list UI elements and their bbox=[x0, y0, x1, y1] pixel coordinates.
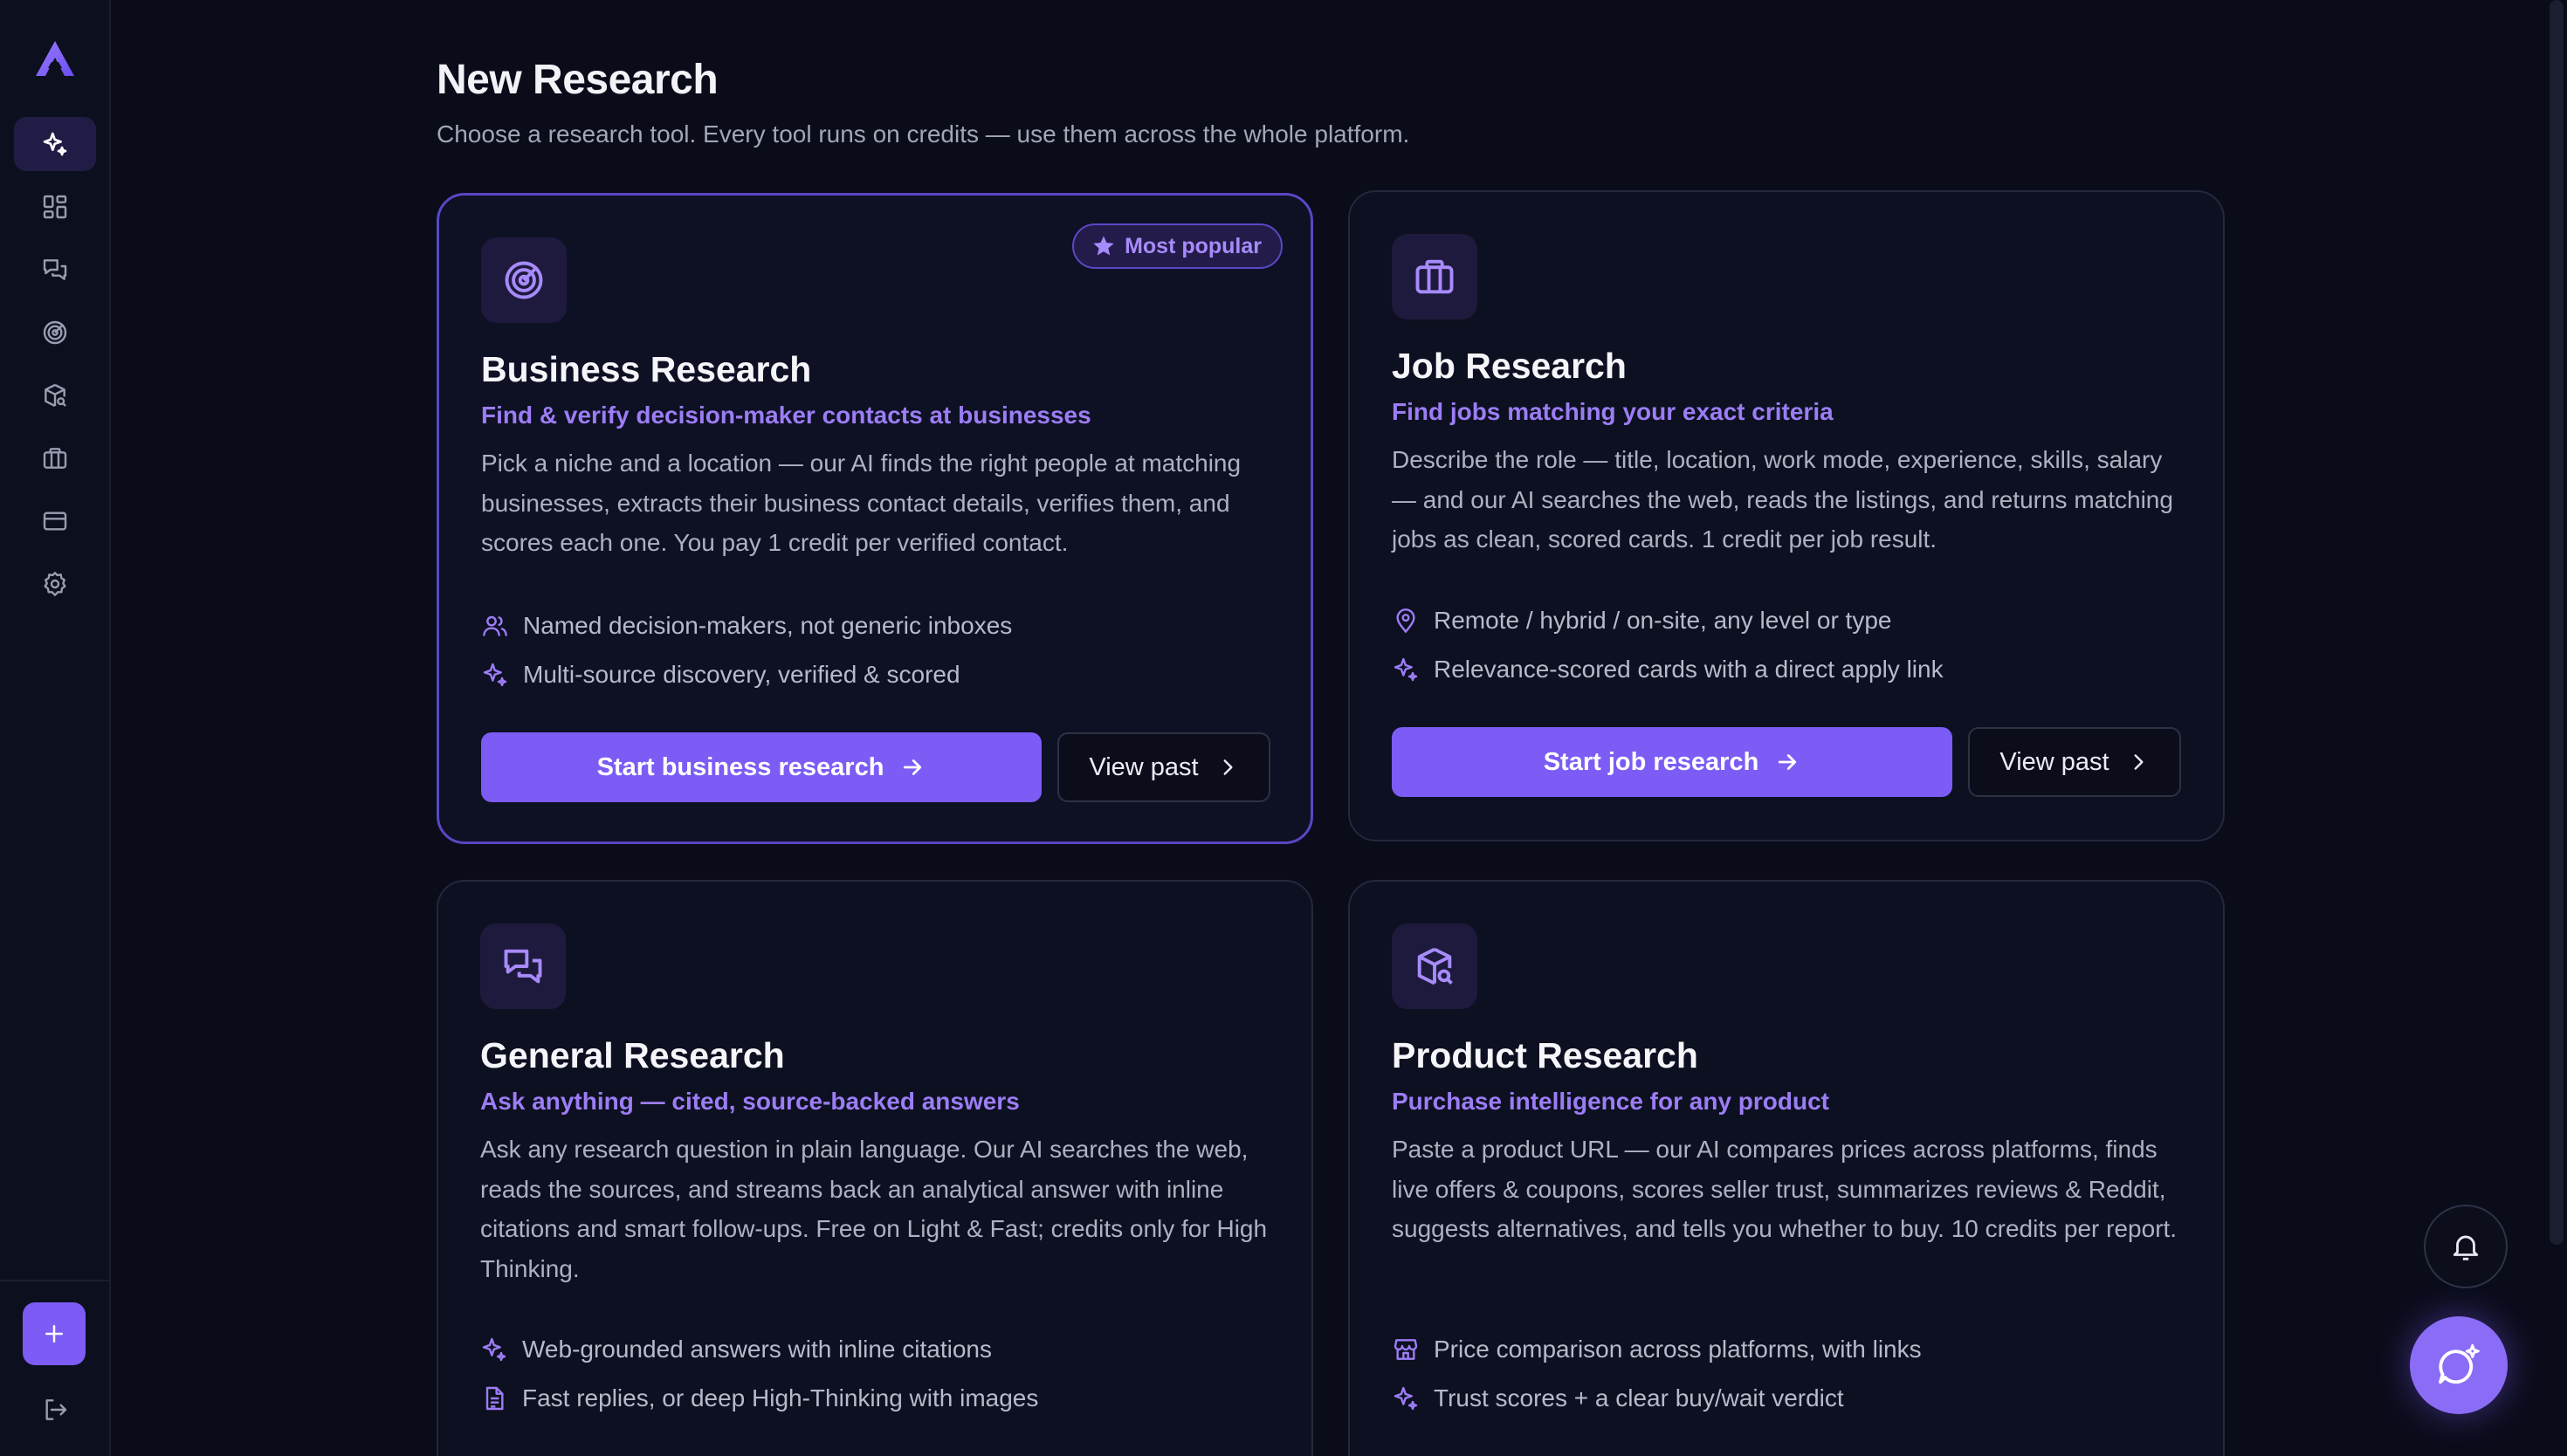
bell-icon bbox=[2453, 1235, 2479, 1260]
document-icon bbox=[485, 1386, 504, 1411]
feature-list: Named decision-makers, not generic inbox… bbox=[481, 601, 1012, 699]
logout-icon bbox=[45, 1399, 67, 1420]
dashboard-icon bbox=[43, 195, 67, 219]
radar-icon bbox=[43, 320, 67, 345]
star-icon bbox=[1093, 236, 1114, 256]
card-product-research: Product Research Purchase intelligence f… bbox=[1348, 880, 2225, 1456]
sidebar bbox=[0, 0, 111, 1456]
package-search-icon bbox=[1417, 947, 1453, 986]
feature-text: Multi-source discovery, verified & score… bbox=[523, 661, 960, 688]
scrollbar-thumb[interactable] bbox=[2550, 0, 2564, 1245]
feature-text: Relevance-scored cards with a direct app… bbox=[1434, 656, 1944, 683]
feature-list: Remote / hybrid / on-site, any level or … bbox=[1392, 596, 1944, 694]
button-label: View past bbox=[1089, 752, 1199, 781]
map-pin-icon bbox=[1396, 608, 1415, 634]
sidebar-item-general-research[interactable] bbox=[14, 243, 96, 297]
card-subtitle: Find & verify decision-maker contacts at… bbox=[481, 402, 1091, 429]
package-search-icon bbox=[45, 383, 66, 408]
card-subtitle: Find jobs matching your exact criteria bbox=[1392, 398, 1834, 425]
sidebar-item-business-research[interactable] bbox=[14, 306, 96, 360]
logout-button[interactable] bbox=[35, 1390, 75, 1430]
feature-text: Trust scores + a clear buy/wait verdict bbox=[1434, 1384, 1844, 1411]
start-job-research-button[interactable]: Start job research bbox=[1392, 727, 1952, 797]
card-description: Describe the role — title, location, wor… bbox=[1392, 446, 2173, 553]
chevron-right-icon bbox=[2134, 754, 2144, 770]
feature-item: Fast replies, or deep High-Thinking with… bbox=[480, 1374, 1038, 1423]
feature-item: Price comparison across platforms, with … bbox=[1392, 1325, 1922, 1374]
most-popular-badge: Most popular bbox=[1072, 223, 1283, 269]
card-job-research: Job Research Find jobs matching your exa… bbox=[1348, 190, 2225, 841]
briefcase-icon bbox=[1415, 259, 1454, 294]
sparkles-icon bbox=[1394, 657, 1418, 682]
view-past-job-button[interactable]: View past bbox=[1968, 727, 2181, 797]
card-description: Paste a product URL — our AI compares pr… bbox=[1392, 1136, 2178, 1242]
gear-icon bbox=[44, 572, 66, 596]
button-label: Start business research bbox=[596, 752, 884, 781]
credit-card-icon bbox=[43, 512, 67, 531]
card-title: Job Research bbox=[1392, 346, 1627, 386]
feature-text: Named decision-makers, not generic inbox… bbox=[523, 612, 1013, 639]
ai-chat-button[interactable] bbox=[2410, 1316, 2508, 1414]
feature-text: Web-grounded answers with inline citatio… bbox=[522, 1336, 992, 1363]
page-subtitle: Choose a research tool. Every tool runs … bbox=[437, 120, 1410, 148]
feature-item: Remote / hybrid / on-site, any level or … bbox=[1392, 596, 1944, 645]
feature-item: Relevance-scored cards with a direct app… bbox=[1392, 645, 1944, 694]
feature-item: Web-grounded answers with inline citatio… bbox=[480, 1325, 1038, 1374]
feature-text: Remote / hybrid / on-site, any level or … bbox=[1434, 607, 1892, 634]
plus-icon bbox=[45, 1325, 63, 1343]
app-root: New Research Choose a research tool. Eve… bbox=[0, 0, 2567, 1456]
arrow-right-icon bbox=[1779, 754, 1797, 770]
sidebar-item-new-research[interactable] bbox=[14, 117, 96, 171]
feature-list: Price comparison across platforms, with … bbox=[1392, 1325, 1922, 1423]
view-past-business-button[interactable]: View past bbox=[1057, 732, 1270, 802]
sidebar-divider bbox=[0, 1280, 110, 1281]
card-icon-container bbox=[1392, 924, 1477, 1009]
scrollbar[interactable] bbox=[2546, 0, 2567, 1456]
notifications-button[interactable] bbox=[2424, 1205, 2508, 1288]
card-general-research: General Research Ask anything — cited, s… bbox=[437, 880, 1313, 1456]
sparkles-icon bbox=[1394, 1386, 1418, 1411]
feature-text: Fast replies, or deep High-Thinking with… bbox=[522, 1384, 1039, 1411]
card-description: Ask any research question in plain langu… bbox=[480, 1136, 1268, 1282]
sidebar-item-settings[interactable] bbox=[14, 557, 96, 611]
sparkles-icon bbox=[43, 132, 67, 156]
sparkles-icon bbox=[482, 1337, 506, 1362]
start-business-research-button[interactable]: Start business research bbox=[481, 732, 1042, 802]
card-description: Pick a niche and a location — our AI fin… bbox=[481, 450, 1242, 556]
sidebar-item-product-research[interactable] bbox=[14, 368, 96, 422]
feature-item: Named decision-makers, not generic inbox… bbox=[481, 601, 1012, 650]
page-title: New Research bbox=[437, 57, 719, 103]
card-icon-container bbox=[1392, 234, 1477, 319]
users-icon bbox=[483, 615, 507, 636]
logo-icon[interactable] bbox=[33, 38, 77, 79]
sparkles-icon bbox=[483, 663, 507, 687]
card-icon-container bbox=[480, 924, 566, 1009]
feature-item: Multi-source discovery, verified & score… bbox=[481, 650, 1012, 699]
sidebar-item-billing[interactable] bbox=[14, 494, 96, 548]
card-subtitle: Purchase intelligence for any product bbox=[1392, 1088, 1830, 1115]
card-title: General Research bbox=[480, 1035, 785, 1075]
chat-icon bbox=[43, 259, 67, 280]
chat-icon bbox=[504, 949, 542, 984]
card-icon-container bbox=[481, 237, 567, 323]
feature-text: Price comparison across platforms, with … bbox=[1434, 1336, 1922, 1363]
card-title: Business Research bbox=[481, 349, 812, 389]
card-subtitle: Ask anything — cited, source-backed answ… bbox=[480, 1088, 1020, 1115]
radar-icon bbox=[505, 261, 543, 299]
chat-sparkle-icon bbox=[2439, 1343, 2480, 1384]
briefcase-icon bbox=[43, 448, 67, 469]
card-title: Product Research bbox=[1392, 1035, 1698, 1075]
sidebar-item-dashboard[interactable] bbox=[14, 180, 96, 234]
feature-item: Trust scores + a clear buy/wait verdict bbox=[1392, 1374, 1922, 1423]
card-business-research: Most popular Business Research Find & ve… bbox=[437, 193, 1313, 844]
sidebar-item-job-research[interactable] bbox=[14, 431, 96, 485]
chevron-right-icon bbox=[1223, 759, 1233, 775]
button-label: Start job research bbox=[1543, 747, 1759, 776]
button-label: View past bbox=[1999, 747, 2109, 776]
arrow-right-icon bbox=[904, 759, 922, 775]
add-button[interactable] bbox=[23, 1302, 86, 1365]
store-icon bbox=[1394, 1339, 1418, 1360]
feature-list: Web-grounded answers with inline citatio… bbox=[480, 1325, 1038, 1423]
badge-label: Most popular bbox=[1125, 233, 1262, 258]
